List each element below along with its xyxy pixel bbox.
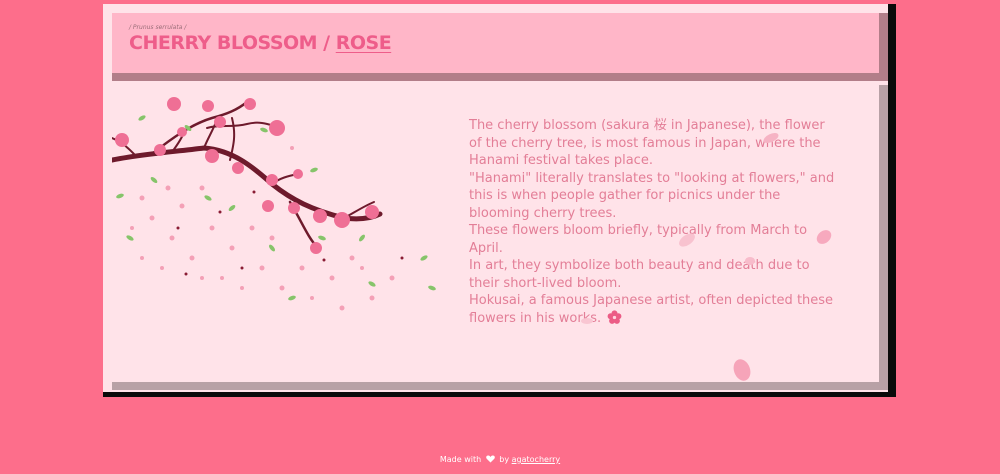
paragraph-bloom: These flowers bloom briefly, typically f… [469,223,808,256]
floating-petal [581,318,593,324]
scientific-name: / Prunus serrulata / [129,24,187,31]
floating-petal [763,133,779,143]
content-panel: The cherry blossom (sakura 桜 in Japanese… [112,85,879,382]
footer-made-with: Made with [439,455,482,464]
description: The cherry blossom (sakura 桜 in Japanese… [469,117,839,327]
falling-petals [130,146,395,311]
footer-by: by [499,455,510,464]
author-link[interactable]: agatocherry [512,455,560,464]
title-text: CHERRY BLOSSOM / [129,32,336,54]
paragraph-art: In art, they symbolize both beauty and d… [469,258,810,291]
rose-link[interactable]: ROSE [336,32,392,54]
floating-petal [745,257,755,265]
floating-petal [816,230,832,244]
paragraph-hokusai-text: Hokusai, a famous Japanese artist, often… [469,293,834,326]
page-title: CHERRY BLOSSOM / ROSE [129,32,392,54]
paragraph-hokusai: Hokusai, a famous Japanese artist, often… [469,292,839,327]
leaves [116,115,436,301]
paragraph-intro: The cherry blossom (sakura 桜 in Japanese… [469,118,825,168]
cherry-branch-illustration [112,97,436,311]
heart-icon [485,455,495,463]
floating-petal [733,359,751,381]
footer: Made with by agatocherry [0,455,1000,464]
floating-petal [679,233,695,247]
blossom-clusters [115,97,379,254]
paragraph-hanami: "Hanami" literally translates to "lookin… [469,170,835,221]
header-bar: / Prunus serrulata / CHERRY BLOSSOM / RO… [112,13,879,73]
cherry-blossom-icon [607,309,622,324]
